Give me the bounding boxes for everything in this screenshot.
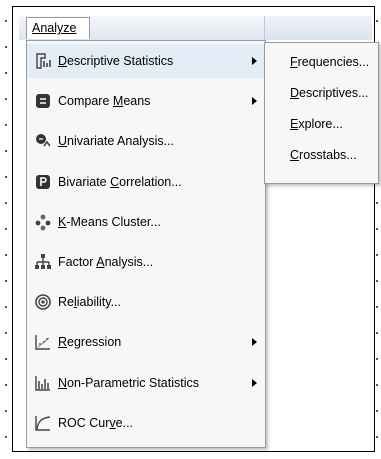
menu-item-regression[interactable]: Regression: [27, 325, 265, 359]
menu-bar-extension: [264, 16, 372, 40]
analyze-menu[interactable]: Analyze: [26, 17, 90, 39]
menu-item-label: Descriptive Statistics: [58, 54, 174, 68]
menu-item-compare-means[interactable]: Compare Means: [27, 84, 265, 118]
submenu-arrow-icon: [252, 378, 257, 387]
submenu-arrow-icon: [252, 338, 257, 347]
reliability-icon: [34, 293, 52, 311]
menu-item-label: Bivariate Correlation...: [58, 174, 182, 189]
submenu-item-crosstabs[interactable]: Crosstabs...: [290, 148, 357, 162]
menu-item-label: Compare Means: [58, 94, 151, 109]
nonparametric-icon: [34, 374, 52, 392]
menu-item-label: Regression: [58, 335, 122, 350]
menu-item-label: ROC Curve...: [58, 415, 134, 430]
menu-item-bivariate-correlation[interactable]: Bivariate Correlation...: [27, 165, 265, 199]
submenu-arrow-icon: [252, 97, 257, 106]
menu-item-univariate-analysis[interactable]: Univariate Analysis...: [27, 124, 265, 158]
cluster-icon: [34, 213, 52, 231]
descriptive-statistics-submenu: Frequencies... Descriptives... Explore... C…: [264, 42, 379, 184]
factor-analysis-icon: [34, 253, 52, 271]
menu-item-non-parametric-statistics[interactable]: Non-Parametric Statistics: [27, 366, 265, 400]
submenu-item-explore[interactable]: Explore...: [290, 117, 343, 131]
descriptive-stats-icon: [34, 52, 52, 70]
submenu-arrow-icon: [252, 57, 257, 65]
menu-item-label: Factor Analysis...: [58, 255, 154, 269]
roc-curve-icon: [34, 414, 52, 432]
menu-item-descriptive-statistics[interactable]: Descriptive Statistics: [27, 44, 265, 78]
menu-item-label: K-Means Cluster...: [58, 214, 161, 229]
univariate-icon: [34, 132, 52, 150]
bivariate-icon: [34, 173, 52, 191]
analyze-dropdown: Descriptive Statistics Compare Means Univa…: [26, 40, 266, 448]
left-dashed-guide: [5, 20, 7, 449]
menu-item-label: Univariate Analysis...: [58, 134, 175, 149]
regression-icon: [34, 333, 52, 351]
menu-item-label: Non-Parametric Statistics: [58, 375, 200, 390]
menu-item-factor-analysis[interactable]: Factor Analysis...: [27, 245, 265, 279]
compare-means-icon: [34, 92, 52, 110]
menu-item-reliability[interactable]: Reliability...: [27, 285, 265, 319]
menu-item-k-means-cluster[interactable]: K-Means Cluster...: [27, 205, 265, 239]
menu-item-roc-curve[interactable]: ROC Curve...: [27, 406, 265, 440]
submenu-item-descriptives[interactable]: Descriptives...: [290, 86, 369, 100]
menu-item-label: Reliability...: [58, 295, 121, 310]
submenu-item-frequencies[interactable]: Frequencies...: [290, 55, 369, 69]
